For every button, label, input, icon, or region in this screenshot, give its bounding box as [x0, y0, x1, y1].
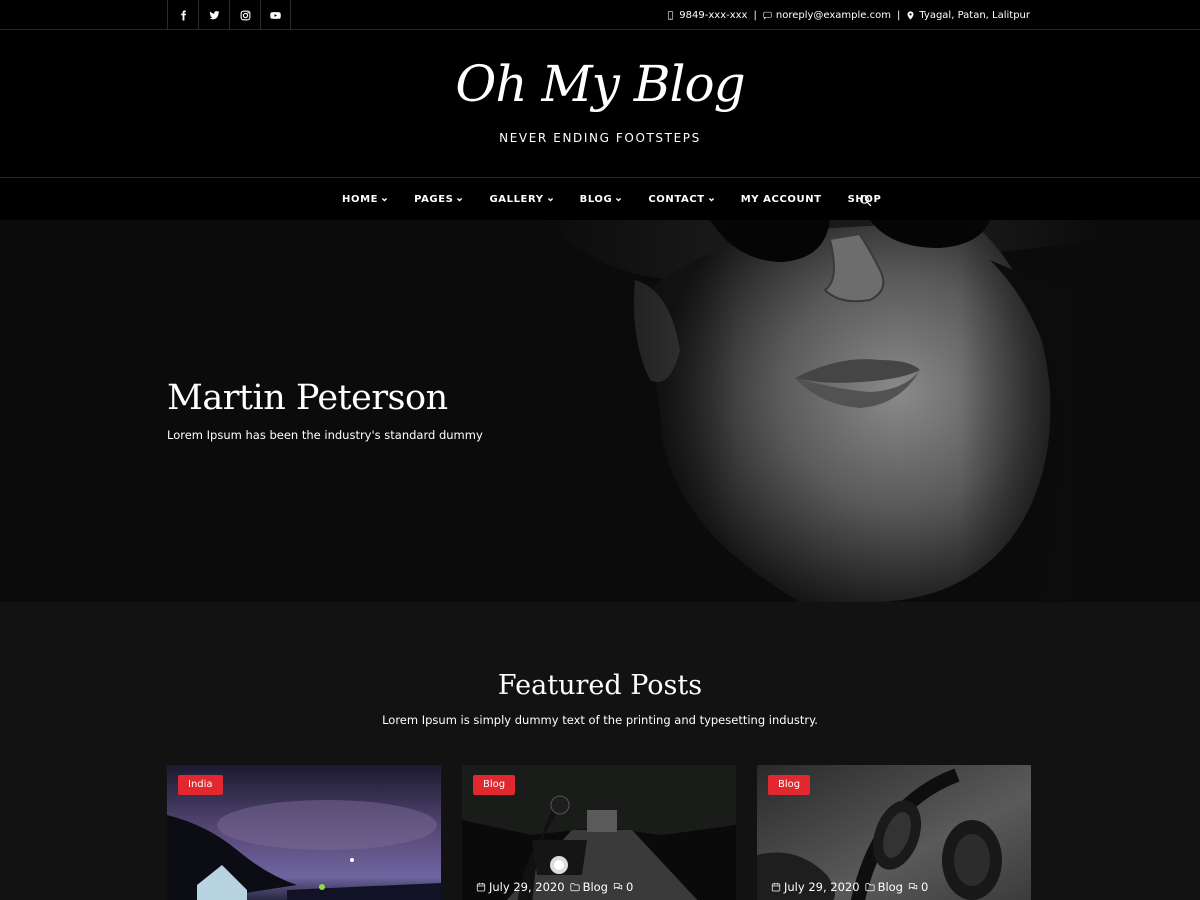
- site-title[interactable]: Oh My Blog: [0, 55, 1200, 113]
- divider: |: [896, 9, 901, 21]
- map-pin-icon: [907, 10, 914, 20]
- folder-icon: [570, 883, 580, 892]
- post-meta: July 29, 2020 Blog 0: [771, 880, 928, 894]
- social-links: [167, 0, 291, 30]
- post-category-link[interactable]: Blog: [865, 880, 903, 894]
- phone-info: 9849-xxx-xxx: [666, 10, 747, 21]
- post-date[interactable]: July 29, 2020: [476, 880, 565, 894]
- instagram-link[interactable]: [229, 0, 260, 30]
- calendar-icon: [476, 882, 486, 892]
- facebook-link[interactable]: [167, 0, 198, 30]
- category-badge[interactable]: Blog: [768, 775, 811, 795]
- nav-item-label: MY ACCOUNT: [740, 194, 822, 205]
- nav-item-label: PAGES: [414, 194, 454, 205]
- chevron-down-icon: [547, 197, 553, 202]
- comments-icon: [613, 883, 623, 890]
- nav-item-label: GALLERY: [489, 194, 544, 205]
- instagram-icon: [240, 10, 250, 20]
- nav-item-label: CONTACT: [648, 194, 705, 205]
- site-header: Oh My Blog NEVER ENDING FOOTSTEPS: [0, 31, 1200, 177]
- chevron-down-icon: [457, 197, 463, 202]
- nav-item-home[interactable]: HOME: [342, 194, 388, 205]
- chevron-down-icon: [381, 197, 388, 202]
- phone-icon: [668, 10, 674, 20]
- post-card[interactable]: Blog July 29, 2020 Blog 0: [462, 765, 736, 900]
- post-category-link[interactable]: Blog: [570, 880, 608, 894]
- post-card[interactable]: Blog July 29, 2020 Blog 0: [757, 765, 1031, 900]
- chat-icon: [763, 11, 772, 20]
- email-address[interactable]: noreply@example.com: [776, 10, 891, 21]
- address-info: Tyagal, Patan, Lalitpur: [906, 10, 1030, 21]
- section-subtitle: Lorem Ipsum is simply dummy text of the …: [382, 713, 818, 727]
- calendar-icon: [771, 882, 781, 892]
- post-category-text: Blog: [582, 880, 608, 894]
- top-bar: 9849-xxx-xxx | noreply@example.com | Tya…: [0, 0, 1200, 30]
- hero-title: Martin Peterson: [167, 378, 448, 418]
- post-comments[interactable]: 0: [613, 880, 633, 894]
- featured-posts-section: Featured Posts Lorem Ipsum is simply dum…: [0, 602, 1200, 900]
- nav-menu: HOME PAGES GALLERY BLOG CONTACT MY ACCOU…: [342, 178, 907, 221]
- nav-item-pages[interactable]: PAGES: [414, 194, 463, 205]
- divider: |: [753, 9, 757, 21]
- post-date-text: July 29, 2020: [784, 880, 860, 894]
- contact-info: 9849-xxx-xxx | noreply@example.com | Tya…: [666, 0, 1030, 30]
- email-info[interactable]: noreply@example.com: [763, 10, 891, 21]
- hero-banner: Martin Peterson Lorem Ipsum has been the…: [0, 220, 1200, 602]
- chevron-down-icon: [616, 197, 622, 202]
- nav-item-blog[interactable]: BLOG: [580, 194, 623, 205]
- hero-portrait-image: [540, 220, 1100, 602]
- facebook-icon: [180, 9, 186, 21]
- comment-count: 0: [920, 880, 929, 894]
- post-category-text: Blog: [877, 880, 903, 894]
- search-icon: [860, 195, 872, 207]
- nav-item-label: BLOG: [579, 194, 613, 205]
- post-date-text: July 29, 2020: [489, 880, 565, 894]
- phone-number: 9849-xxx-xxx: [679, 9, 748, 21]
- post-card[interactable]: India: [167, 765, 441, 900]
- site-tagline: NEVER ENDING FOOTSTEPS: [499, 131, 701, 145]
- main-nav: HOME PAGES GALLERY BLOG CONTACT MY ACCOU…: [0, 177, 1200, 220]
- section-title: Featured Posts: [497, 670, 703, 701]
- post-comments[interactable]: 0: [908, 880, 928, 894]
- youtube-icon: [270, 11, 281, 19]
- chevron-down-icon: [708, 197, 714, 202]
- category-badge[interactable]: Blog: [473, 775, 516, 795]
- nav-item-label: HOME: [342, 194, 379, 205]
- folder-icon: [865, 883, 875, 892]
- comments-icon: [908, 883, 918, 890]
- post-date[interactable]: July 29, 2020: [771, 880, 860, 894]
- nav-item-gallery[interactable]: GALLERY: [489, 194, 553, 205]
- post-meta: July 29, 2020 Blog 0: [476, 880, 633, 894]
- nav-item-my-account[interactable]: MY ACCOUNT: [741, 194, 822, 205]
- address-text: Tyagal, Patan, Lalitpur: [919, 9, 1030, 21]
- youtube-link[interactable]: [260, 0, 291, 30]
- search-button[interactable]: [859, 192, 873, 207]
- twitter-icon: [208, 10, 220, 19]
- category-badge[interactable]: India: [178, 775, 223, 795]
- nav-item-contact[interactable]: CONTACT: [648, 194, 714, 205]
- twitter-link[interactable]: [198, 0, 229, 30]
- comment-count: 0: [625, 880, 634, 894]
- hero-description: Lorem Ipsum has been the industry's stan…: [167, 428, 483, 442]
